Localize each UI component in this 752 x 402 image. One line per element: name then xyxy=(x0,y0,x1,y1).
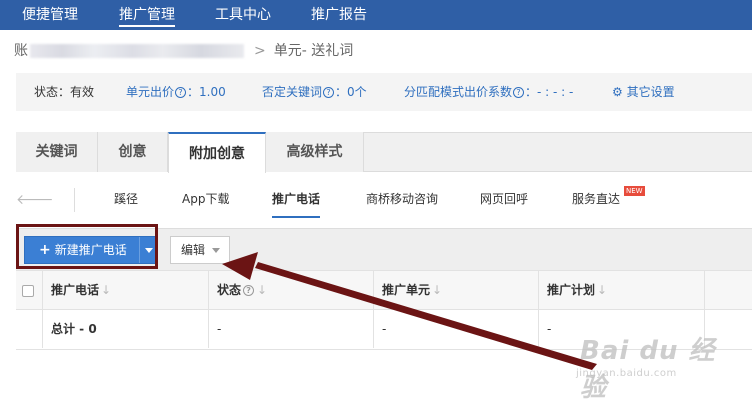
sort-arrow-icon[interactable]: ↓ xyxy=(597,283,607,297)
negative-keywords[interactable]: 否定关键词? ：0个 xyxy=(262,73,367,111)
watermark-brand: Bai du 经验 xyxy=(580,336,716,402)
nav-item-promotion-report[interactable]: 推广报告 xyxy=(311,0,367,30)
checkbox[interactable] xyxy=(22,284,34,297)
match-mode-bid-factor[interactable]: 分匹配模式出价系数? ：- : - : - xyxy=(404,73,573,111)
top-nav: 便捷管理 推广管理 工具中心 推广报告 xyxy=(0,0,752,30)
nav-item-promotion-manage[interactable]: 推广管理 xyxy=(119,0,175,30)
sort-arrow-icon[interactable]: ↓ xyxy=(257,283,267,297)
baidu-jingyan-watermark: Bai du 经验 jingyan.baidu.com xyxy=(560,322,740,402)
help-icon[interactable]: ? xyxy=(513,87,525,98)
back-arrow-icon[interactable]: 🡐 xyxy=(16,190,54,210)
subtab-xijing[interactable]: 蹊径 xyxy=(114,180,138,218)
column-label: 状态 xyxy=(217,283,242,297)
annotation-highlight-box xyxy=(16,224,158,269)
tab-extra-creative[interactable]: 附加创意 xyxy=(168,132,266,173)
other-settings-label: 其它设置 xyxy=(626,85,675,99)
blurred-account-name xyxy=(30,44,244,58)
subtab-promotion-phone[interactable]: 推广电话 xyxy=(272,180,321,218)
select-all-checkbox[interactable] xyxy=(16,271,43,309)
help-icon[interactable]: ? xyxy=(243,285,255,296)
tab-creative[interactable]: 创意 xyxy=(98,132,168,172)
empty-cell xyxy=(16,310,43,348)
negative-keywords-value: ：0个 xyxy=(335,85,367,99)
unit-bid-value: ：1.00 xyxy=(187,85,226,99)
other-settings-link[interactable]: ⚙ 其它设置 xyxy=(612,73,675,111)
unit-state: 状态：有效 xyxy=(34,85,95,99)
nav-item-tool-center[interactable]: 工具中心 xyxy=(215,0,271,30)
nav-item-quick-manage[interactable]: 便捷管理 xyxy=(22,0,78,30)
breadcrumb-account[interactable]: 账 xyxy=(14,43,28,59)
main-tabs: 关键词 创意 附加创意 高级样式 xyxy=(16,132,752,173)
total-status: - xyxy=(209,310,374,348)
total-unit: - xyxy=(374,310,539,348)
tab-advanced-style[interactable]: 高级样式 xyxy=(266,132,364,172)
column-header-phone[interactable]: 推广电话 ↓ xyxy=(43,271,209,309)
divider xyxy=(74,188,75,212)
edit-dropdown-button[interactable]: 编辑 xyxy=(170,236,230,264)
help-icon[interactable]: ? xyxy=(323,87,335,98)
match-mode-value: ：- : - : - xyxy=(525,85,574,99)
column-header-status[interactable]: 状态? ↓ xyxy=(209,271,374,309)
subtab-shangqiao-mobile[interactable]: 商桥移动咨询 xyxy=(366,180,438,218)
unit-status-bar: 状态：有效 单元出价? ：1.00 否定关键词? ：0个 分匹配模式出价系数? ：- … xyxy=(16,73,752,111)
breadcrumb-unit: 单元- 送礼词 xyxy=(273,43,354,59)
tab-keywords[interactable]: 关键词 xyxy=(16,132,98,172)
breadcrumb: 账 > 单元- 送礼词 xyxy=(14,40,353,62)
unit-bid-label: 单元出价 xyxy=(126,85,175,99)
subtab-service-direct[interactable]: 服务直达 xyxy=(572,180,620,218)
watermark-url: jingyan.baidu.com xyxy=(576,368,677,379)
sub-tabs: 🡐 蹊径 App下载 推广电话 商桥移动咨询 网页回呼 服务直达 NEW xyxy=(16,180,752,218)
edit-label: 编辑 xyxy=(181,243,206,257)
column-header-unit[interactable]: 推广单元 ↓ xyxy=(374,271,539,309)
gear-icon: ⚙ xyxy=(612,85,627,99)
total-label: 总计 - 0 xyxy=(43,310,209,348)
column-label: 推广计划 xyxy=(547,283,596,297)
negative-keywords-label: 否定关键词 xyxy=(262,85,323,99)
new-badge: NEW xyxy=(624,186,645,196)
match-mode-label: 分匹配模式出价系数 xyxy=(404,85,513,99)
column-label: 推广电话 xyxy=(51,283,100,297)
breadcrumb-separator: > xyxy=(254,43,266,59)
sort-arrow-icon[interactable]: ↓ xyxy=(432,283,442,297)
column-label: 推广单元 xyxy=(382,283,431,297)
sort-arrow-icon[interactable]: ↓ xyxy=(101,283,111,297)
column-header-plan[interactable]: 推广计划 ↓ xyxy=(539,271,705,309)
unit-bid[interactable]: 单元出价? ：1.00 xyxy=(126,73,226,111)
subtab-web-callback[interactable]: 网页回呼 xyxy=(480,180,528,218)
help-icon[interactable]: ? xyxy=(175,87,187,98)
subtab-app-download[interactable]: App下载 xyxy=(182,180,229,218)
table-header-row: 推广电话 ↓ 状态? ↓ 推广单元 ↓ 推广计划 ↓ xyxy=(16,270,752,310)
